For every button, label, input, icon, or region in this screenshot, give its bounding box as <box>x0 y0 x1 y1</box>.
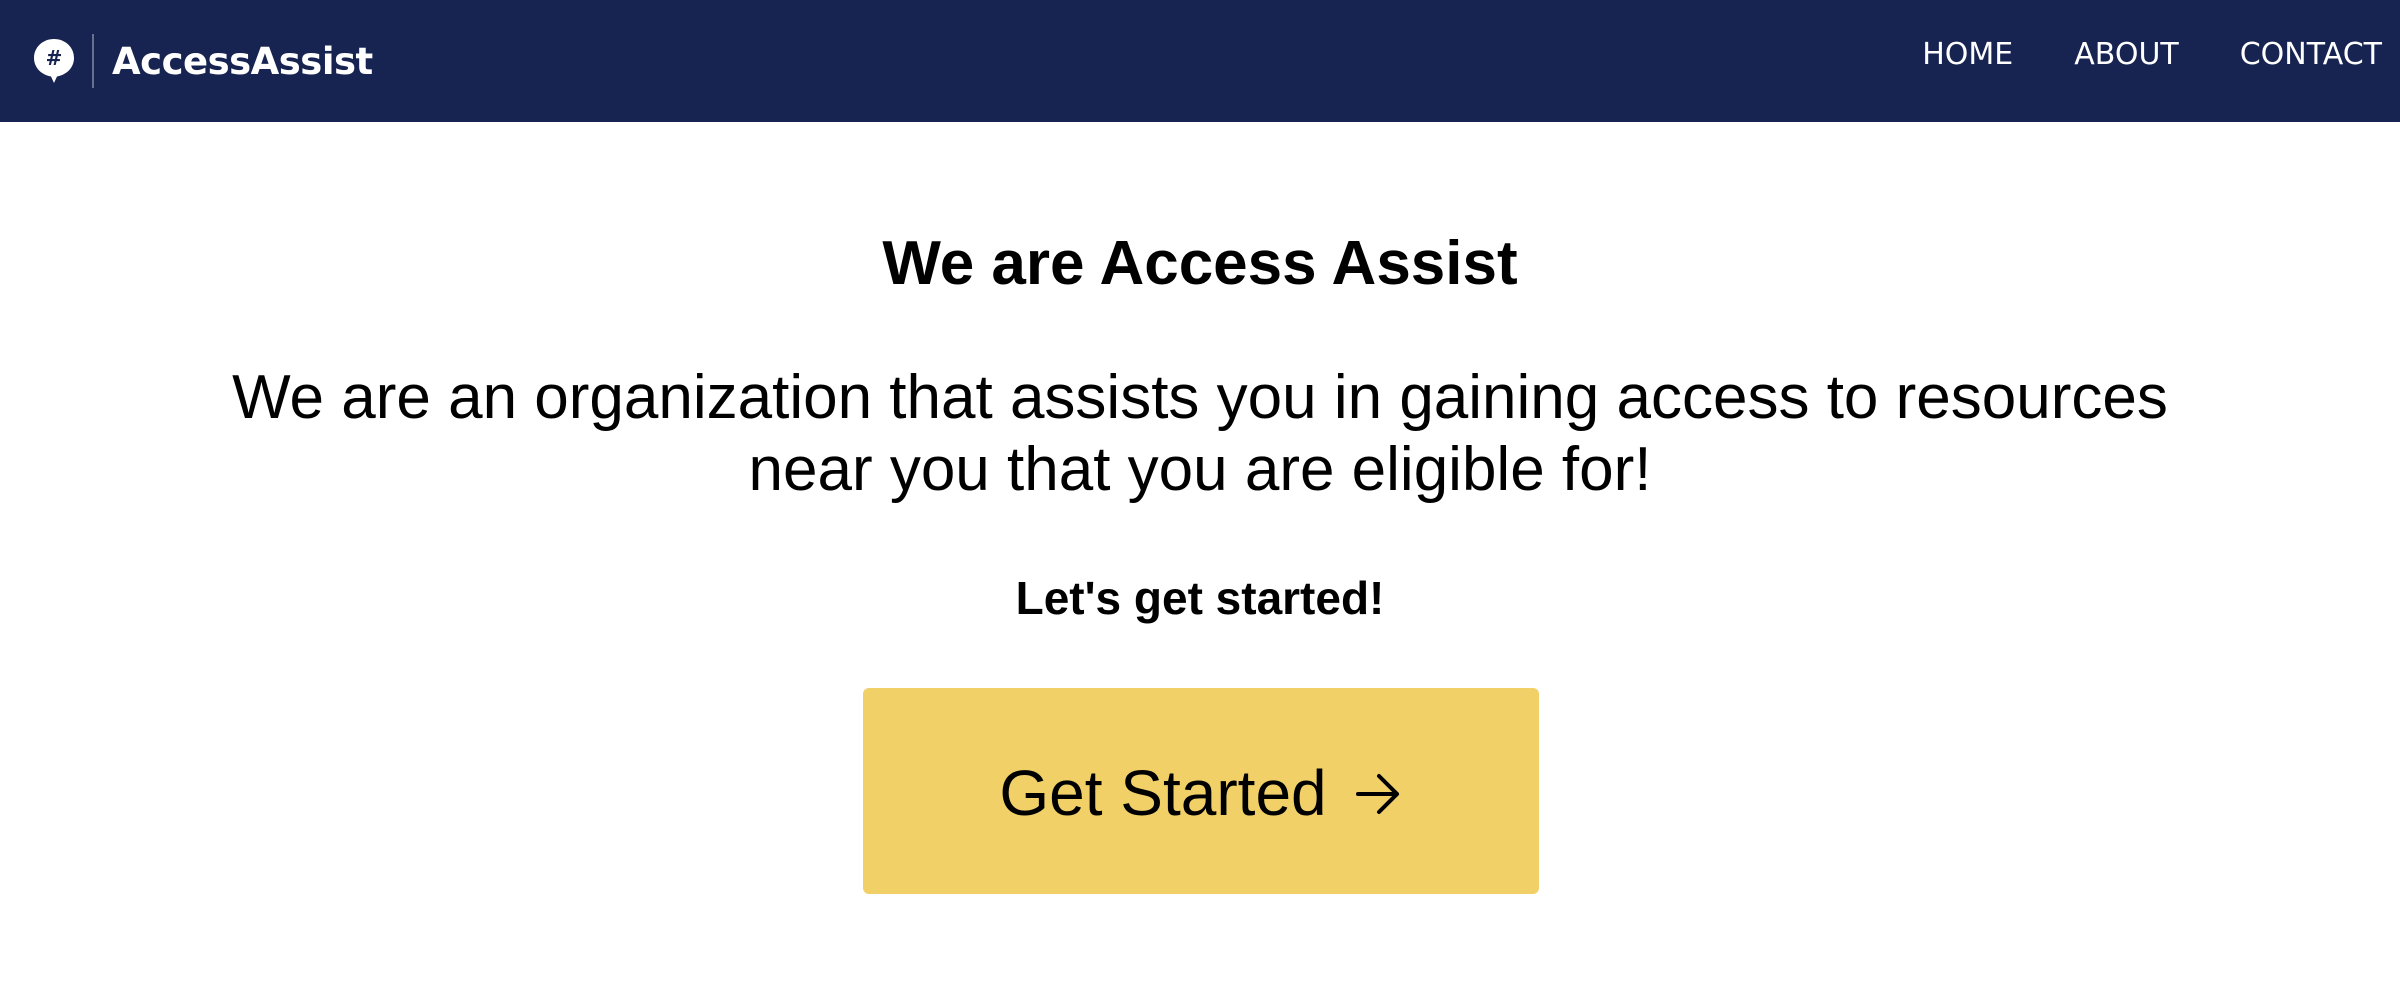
get-started-button[interactable]: Get Started <box>863 688 1539 894</box>
brand-name: AccessAssist <box>112 39 373 83</box>
brand-divider <box>92 34 94 88</box>
hashtag-speech-bubble-icon: # <box>32 37 76 85</box>
brand-link[interactable]: # AccessAssist <box>0 0 373 122</box>
arrow-right-icon <box>1353 760 1403 814</box>
hero-description: We are an organization that assists you … <box>232 363 2168 504</box>
get-started-label: Get Started <box>999 757 1327 829</box>
cta-heading: Let's get started! <box>1015 572 1385 624</box>
nav-about-link[interactable]: ABOUT <box>2074 37 2178 72</box>
main-nav: HOME ABOUT CONTACT <box>1861 0 2400 122</box>
nav-contact-link[interactable]: CONTACT <box>2240 37 2382 72</box>
page-title: We are Access Assist <box>882 229 1518 298</box>
nav-home-link[interactable]: HOME <box>1922 37 2013 72</box>
svg-text:#: # <box>46 46 63 70</box>
top-navbar: # AccessAssist HOME ABOUT CONTACT <box>0 0 2400 122</box>
